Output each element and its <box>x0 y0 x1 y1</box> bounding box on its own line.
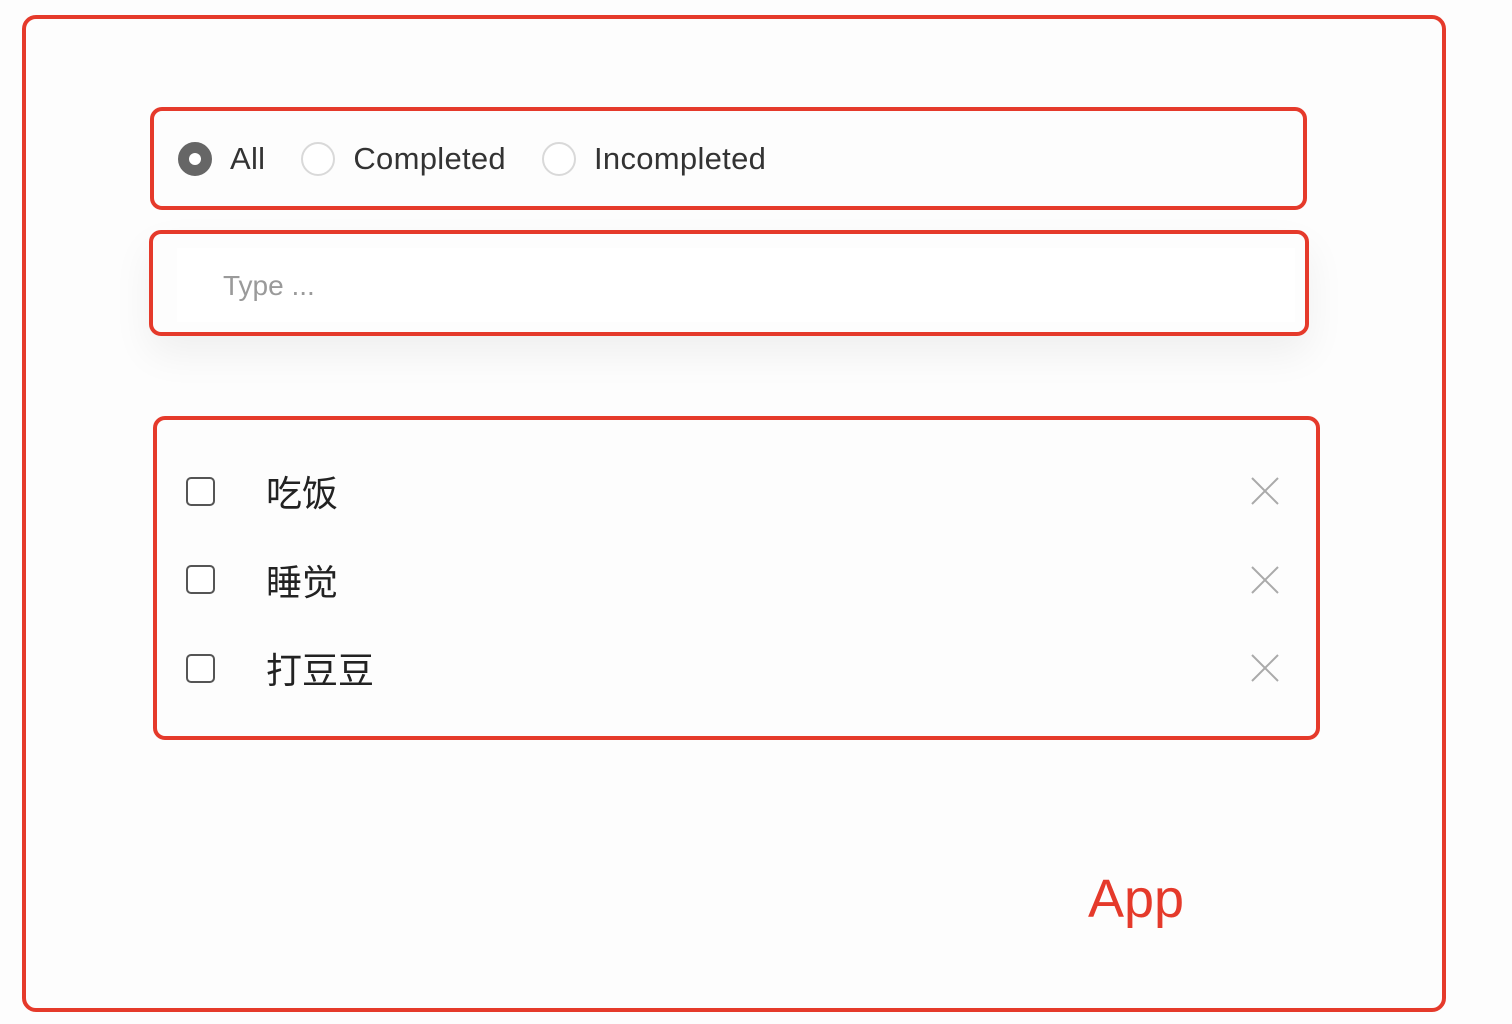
radio-unchecked-icon[interactable] <box>301 141 336 176</box>
todo-checkbox[interactable] <box>186 476 215 506</box>
filter-label-incompleted: Incompleted <box>593 140 767 176</box>
todo-item: 吃饭 <box>157 447 1316 536</box>
todo-checkbox[interactable] <box>186 565 215 595</box>
todo-input-wrapper <box>177 248 1295 324</box>
todo-item: 睡觉 <box>157 536 1316 625</box>
filter-radio-group: All Completed Incompleted <box>150 107 1307 210</box>
filter-label-all: All <box>230 140 266 176</box>
todo-checkbox[interactable] <box>186 653 215 683</box>
filter-label-completed: Completed <box>353 140 506 176</box>
filter-option-all[interactable]: All <box>178 141 265 177</box>
close-icon[interactable] <box>1249 564 1281 596</box>
todo-item: 打豆豆 <box>157 624 1316 713</box>
close-icon[interactable] <box>1249 475 1281 507</box>
todo-text: 睡觉 <box>266 562 339 604</box>
app-annotation-label: App <box>1088 869 1185 929</box>
app-container: All Completed Incompleted 吃饭 睡觉 <box>22 15 1446 1012</box>
todo-input[interactable] <box>221 248 1232 324</box>
close-icon[interactable] <box>1249 652 1281 684</box>
filter-option-completed[interactable]: Completed <box>301 141 506 177</box>
todo-text: 吃饭 <box>266 474 339 516</box>
todo-list: 吃饭 睡觉 打豆豆 <box>153 416 1320 740</box>
radio-unchecked-icon[interactable] <box>541 141 576 176</box>
filter-option-incompleted[interactable]: Incompleted <box>541 140 767 177</box>
todo-input-container <box>149 230 1309 336</box>
radio-checked-icon[interactable] <box>178 141 212 176</box>
todo-text: 打豆豆 <box>266 651 375 693</box>
